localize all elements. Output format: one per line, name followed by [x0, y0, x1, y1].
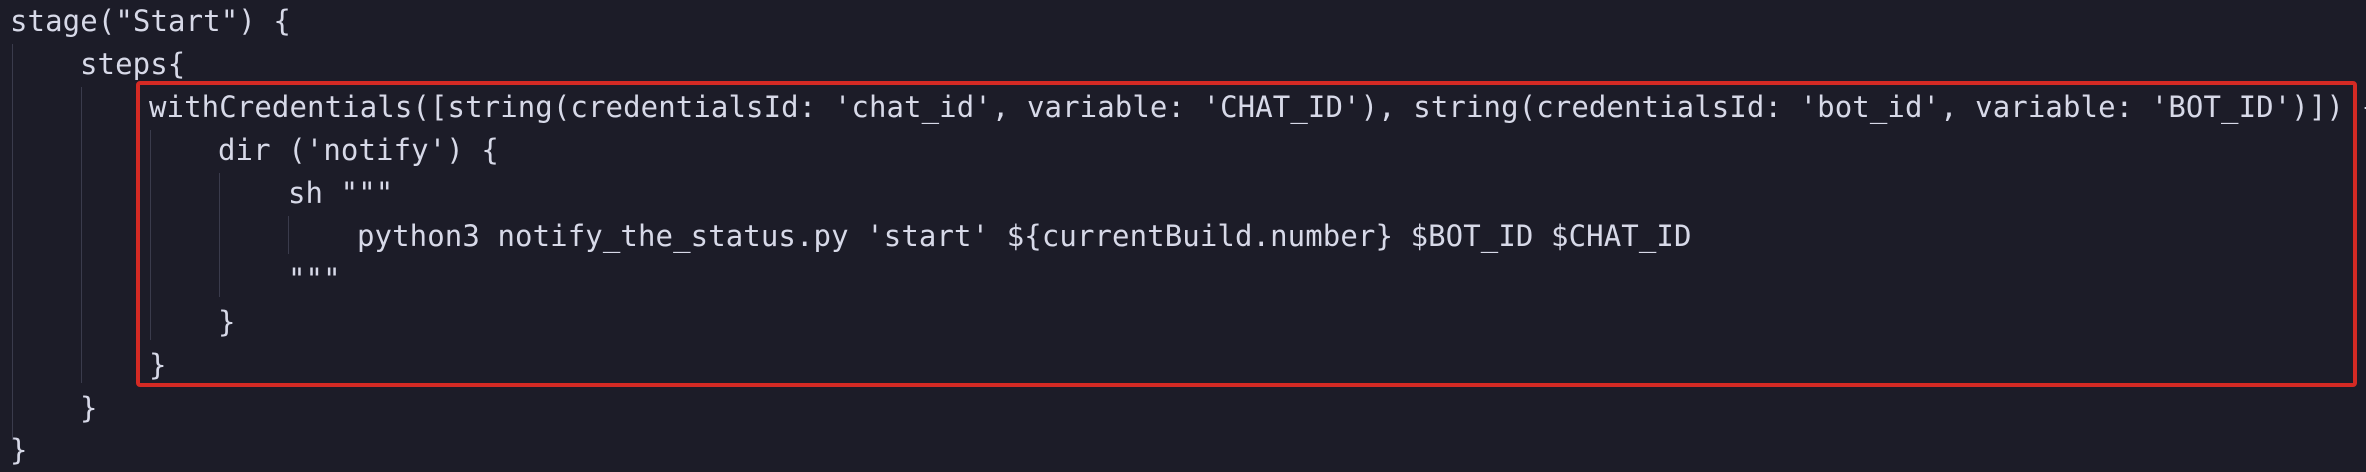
- code-line: }: [0, 344, 166, 387]
- code-line: withCredentials([string(credentialsId: '…: [0, 86, 2366, 129]
- code-line: steps{: [0, 43, 185, 86]
- highlight-box: [136, 81, 2357, 387]
- code-line: }: [0, 387, 97, 430]
- code-line: dir ('notify') {: [0, 129, 499, 172]
- code-editor[interactable]: stage("Start") { steps{ withCredentials(…: [0, 0, 2366, 472]
- code-line: }: [0, 429, 70, 472]
- code-line: }: [0, 301, 235, 344]
- code-text: }: [80, 391, 98, 425]
- code-line: python3 notify_the_status.py 'start' ${c…: [0, 215, 1691, 258]
- code-line: sh """: [0, 172, 393, 215]
- code-line: stage("Start") {: [0, 0, 291, 43]
- code-text: steps{: [80, 47, 186, 81]
- code-text: stage("Start") {: [10, 4, 291, 38]
- code-line: """: [0, 258, 341, 301]
- indent-guide: [81, 87, 82, 383]
- code-text: }: [10, 433, 28, 467]
